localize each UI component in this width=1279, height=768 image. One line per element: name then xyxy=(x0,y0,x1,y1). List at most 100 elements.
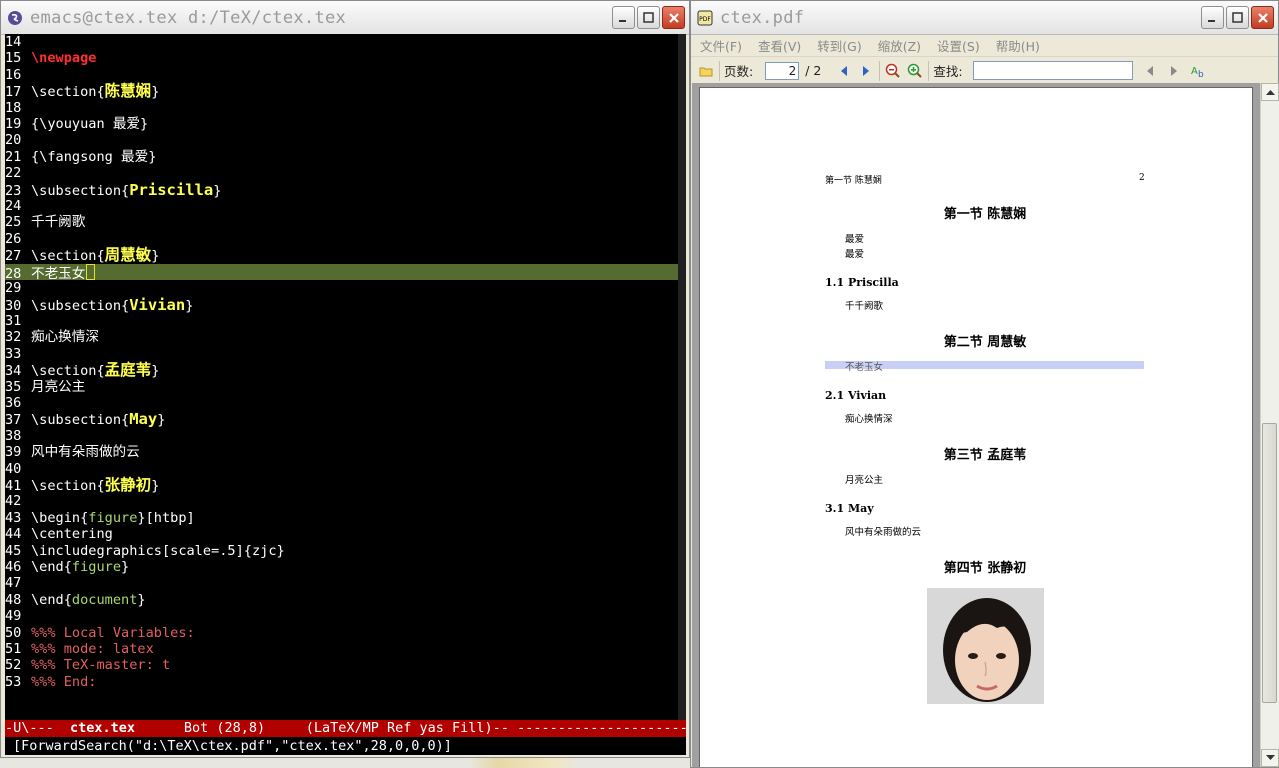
line-number: 20 xyxy=(5,132,22,149)
body-text: 月亮公主 xyxy=(845,475,884,486)
code-line[interactable]: 53 %%% End: xyxy=(5,674,678,690)
code-text: } xyxy=(151,84,160,101)
next-page-icon[interactable] xyxy=(857,62,875,80)
zoom-out-icon[interactable] xyxy=(884,62,902,80)
editor-scrollbar[interactable] xyxy=(678,34,686,720)
menu-zoom[interactable]: 缩放(Z) xyxy=(878,36,921,55)
code-text: \end{ xyxy=(31,559,72,575)
code-line[interactable]: 27 \section{周慧敏} xyxy=(5,247,678,264)
scroll-up-button[interactable] xyxy=(1261,83,1279,101)
code-line[interactable]: 41 \section{张静初} xyxy=(5,477,678,494)
code-line[interactable]: 34 \section{孟庭苇} xyxy=(5,362,678,379)
editor-buffer[interactable]: 14 15 \newpage 16 17 \section{陈慧娴} 18 19 {\youyu… xyxy=(5,34,686,720)
line-number: 45 xyxy=(5,542,22,559)
code-line[interactable]: 40 xyxy=(5,461,678,477)
code-line[interactable]: 43 \begin{figure}[htbp] xyxy=(5,510,678,526)
menu-settings[interactable]: 设置(S) xyxy=(937,36,980,55)
match-case-icon[interactable]: Ab xyxy=(1189,62,1207,80)
pdf-app-icon: PDF xyxy=(696,9,714,27)
emacs-title: emacs@ctex.tex d:/TeX/ctex.tex xyxy=(30,7,347,28)
text-cursor xyxy=(86,263,96,280)
find-prev-icon[interactable] xyxy=(1141,62,1159,80)
open-folder-icon[interactable] xyxy=(697,62,715,80)
pdf-maximize-button[interactable] xyxy=(1226,6,1249,29)
code-text: \begin{ xyxy=(31,509,89,526)
line-number: 50 xyxy=(5,624,22,641)
code-line[interactable]: 24 xyxy=(5,198,678,214)
pdf-minimize-button[interactable] xyxy=(1201,6,1224,29)
pdf-titlebar[interactable]: PDF ctex.pdf xyxy=(691,1,1278,35)
menu-file[interactable]: 文件(F) xyxy=(700,36,742,55)
menu-goto[interactable]: 转到(G) xyxy=(817,36,861,55)
line-number: 39 xyxy=(5,444,22,461)
line-number: 17 xyxy=(5,84,22,101)
code-line[interactable]: 35 月亮公主 xyxy=(5,379,678,395)
maximize-button[interactable] xyxy=(637,6,660,29)
code-line[interactable]: 46 \end{figure} xyxy=(5,559,678,575)
code-line[interactable]: 15 \newpage xyxy=(5,50,678,66)
code-line[interactable]: 16 xyxy=(5,67,678,83)
line-number: 47 xyxy=(5,575,22,592)
code-line[interactable]: 29 xyxy=(5,280,678,296)
code-line[interactable]: 23 \subsection{Priscilla} xyxy=(5,181,678,199)
find-input[interactable] xyxy=(972,61,1133,80)
zoom-in-icon[interactable] xyxy=(906,62,924,80)
pdf-menubar: 文件(F) 查看(V) 转到(G) 缩放(Z) 设置(S) 帮助(H) xyxy=(691,34,1278,56)
subsection-heading: 2.1 Vivian xyxy=(825,389,887,402)
line-number: 24 xyxy=(5,198,22,215)
code-line[interactable]: 45 \includegraphics[scale=.5]{zjc} xyxy=(5,543,678,559)
code-line[interactable]: 37 \subsection{May} xyxy=(5,411,678,428)
code-line[interactable]: 44 \centering xyxy=(5,526,678,542)
code-line[interactable]: 31 xyxy=(5,313,678,329)
prev-page-icon[interactable] xyxy=(835,62,853,80)
code-line[interactable]: 49 xyxy=(5,608,678,624)
pdf-scrollbar[interactable] xyxy=(1260,83,1279,767)
current-line[interactable]: 28 不老玉女 xyxy=(5,263,678,282)
find-next-icon[interactable] xyxy=(1165,62,1183,80)
line-number: 21 xyxy=(5,148,22,165)
code-text: } xyxy=(121,559,130,575)
code-line[interactable]: 33 xyxy=(5,346,678,362)
body-text: 千千阙歌 xyxy=(845,301,884,312)
code-text: } xyxy=(185,297,194,314)
close-button[interactable] xyxy=(662,6,685,29)
menu-help[interactable]: 帮助(H) xyxy=(996,36,1040,55)
code-line[interactable]: 42 xyxy=(5,493,678,509)
line-number: 26 xyxy=(5,230,22,247)
emacs-titlebar[interactable]: emacs@ctex.tex d:/TeX/ctex.tex xyxy=(1,1,689,35)
line-number: 30 xyxy=(5,297,22,314)
code-line[interactable]: 14 xyxy=(5,34,678,50)
code-line[interactable]: 19 {\youyuan 最爱} xyxy=(5,116,678,132)
code-line[interactable]: 50 %%% Local Variables: xyxy=(5,625,678,641)
menu-view[interactable]: 查看(V) xyxy=(758,36,801,55)
code-line[interactable]: 18 xyxy=(5,100,678,116)
line-number: 43 xyxy=(5,509,22,526)
code-line[interactable]: 48 \end{document} xyxy=(5,592,678,608)
scroll-thumb[interactable] xyxy=(1262,423,1277,703)
code-line[interactable]: 32 痴心换情深 xyxy=(5,329,678,345)
body-text: 风中有朵雨做的云 xyxy=(845,527,922,538)
page-number-input[interactable]: 2 xyxy=(765,61,800,80)
code-line[interactable]: 47 xyxy=(5,575,678,591)
code-line[interactable]: 52 %%% TeX-master: t xyxy=(5,657,678,673)
code-line[interactable]: 20 xyxy=(5,132,678,148)
pdf-canvas[interactable]: 第一节 陈慧娴 2 第一节 陈慧娴 最爱 最爱 1.1 Priscilla 千千… xyxy=(692,83,1260,767)
code-line[interactable]: 21 {\fangsong 最爱} xyxy=(5,149,678,165)
minimize-button[interactable] xyxy=(612,6,635,29)
minibuffer[interactable]: [ForwardSearch("d:\TeX\ctex.pdf","ctex.t… xyxy=(5,737,686,755)
scroll-down-button[interactable] xyxy=(1261,749,1279,767)
code-line[interactable]: 39 风中有朵雨做的云 xyxy=(5,444,678,460)
page-total: / 2 xyxy=(805,63,822,78)
code-line[interactable]: 26 xyxy=(5,231,678,247)
code-line[interactable]: 38 xyxy=(5,428,678,444)
line-number: 29 xyxy=(5,280,22,297)
pdf-close-button[interactable] xyxy=(1251,6,1274,29)
code-lines: 14 15 \newpage 16 17 \section{陈慧娴} 18 19 {\youyu… xyxy=(5,34,678,690)
code-line[interactable]: 22 xyxy=(5,165,678,181)
line-number: 23 xyxy=(5,182,22,199)
code-line[interactable]: 30 \subsection{Vivian} xyxy=(5,296,678,314)
code-line[interactable]: 51 %%% mode: latex xyxy=(5,641,678,657)
code-line[interactable]: 17 \section{陈慧娴} xyxy=(5,83,678,101)
code-line[interactable]: 36 xyxy=(5,395,678,411)
code-line[interactable]: 25 千千阙歌 xyxy=(5,214,678,230)
